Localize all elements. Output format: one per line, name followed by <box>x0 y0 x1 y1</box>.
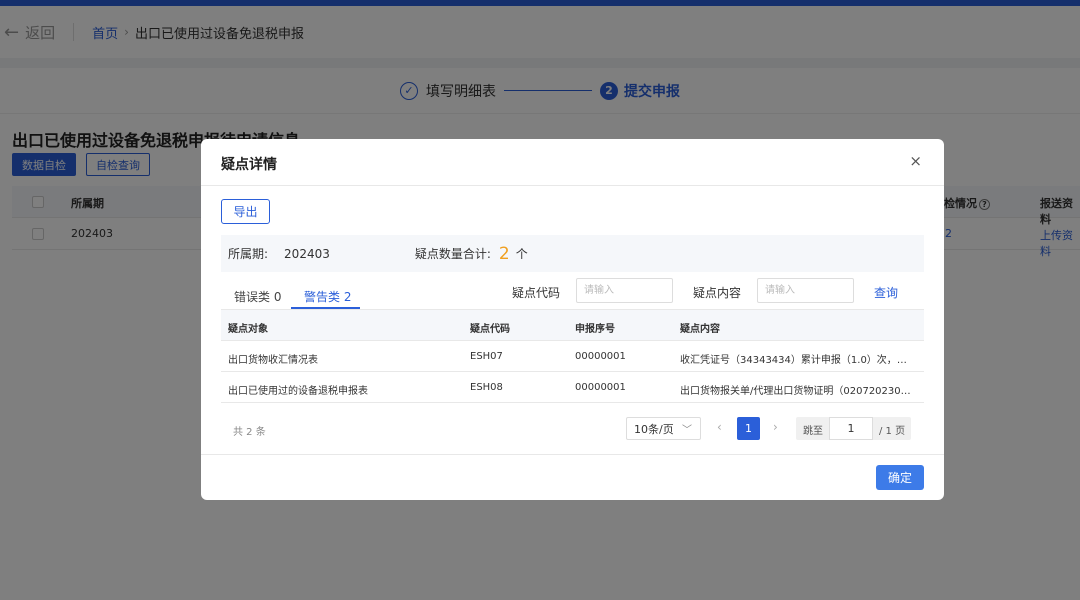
cell-doubt-code: ESH08 <box>470 382 503 393</box>
table-header: 疑点对象 疑点代码 申报序号 疑点内容 <box>221 309 924 341</box>
jump-label: 跳至 <box>803 426 823 437</box>
footer-divider <box>201 454 944 455</box>
chevron-down-icon: ﹀ <box>682 425 692 436</box>
header-doubt-code: 疑点代码 <box>470 324 510 335</box>
page-size-select[interactable]: 10条/页 ﹀ <box>626 417 701 440</box>
tab-warning[interactable]: 警告类 2 <box>304 288 351 305</box>
cell-report-seq: 00000001 <box>575 382 626 393</box>
header-doubt-content: 疑点内容 <box>680 324 720 335</box>
content-filter-input[interactable] <box>757 278 854 303</box>
cell-doubt-code: ESH07 <box>470 351 503 362</box>
doubt-table: 疑点对象 疑点代码 申报序号 疑点内容 出口货物收汇情况表 ESH07 0000… <box>221 309 924 403</box>
doubt-detail-modal: 疑点详情 × 导出 所属期: 202403 疑点数量合计: 2 个 错误类 0 … <box>201 139 944 500</box>
total-pages: / 1 页 <box>879 426 906 437</box>
code-filter-label: 疑点代码 <box>512 286 561 300</box>
page-jumper: 跳至 / 1 页 <box>796 417 911 440</box>
table-row[interactable]: 出口已使用过的设备退税申报表 ESH08 00000001 出口货物报关单/代理… <box>221 372 924 403</box>
export-button[interactable]: 导出 <box>221 199 270 224</box>
cell-doubt-content: 出口货物报关单/代理出口货物证明（020720230000... <box>680 386 916 397</box>
prev-page-icon[interactable]: ‹ <box>717 420 722 434</box>
jump-page-input[interactable] <box>829 417 873 440</box>
cell-doubt-object: 出口已使用过的设备退税申报表 <box>228 386 368 397</box>
modal-header: 疑点详情 × <box>201 139 944 186</box>
page-button-current[interactable]: 1 <box>737 417 760 440</box>
page-size-value: 10条/页 <box>634 422 674 436</box>
modal-title: 疑点详情 <box>221 157 277 173</box>
count-label: 疑点数量合计: <box>414 247 491 261</box>
cell-doubt-object: 出口货物收汇情况表 <box>228 355 318 366</box>
summary-bar: 所属期: 202403 疑点数量合计: 2 个 <box>221 235 924 272</box>
header-doubt-object: 疑点对象 <box>228 324 268 335</box>
period-value: 202403 <box>284 246 330 261</box>
tab-error[interactable]: 错误类 0 <box>234 288 281 305</box>
table-row[interactable]: 出口货物收汇情况表 ESH07 00000001 收汇凭证号（34343434）… <box>221 341 924 372</box>
cell-report-seq: 00000001 <box>575 351 626 362</box>
next-page-icon[interactable]: › <box>773 420 778 434</box>
cell-doubt-content: 收汇凭证号（34343434）累计申报（1.0）次，对应... <box>680 355 916 366</box>
query-button[interactable]: 查询 <box>874 284 898 301</box>
close-icon[interactable]: × <box>909 152 922 170</box>
period-label: 所属期: <box>228 247 269 261</box>
content-filter-label: 疑点内容 <box>693 286 742 300</box>
count-unit: 个 <box>515 247 528 261</box>
count-value: 2 <box>498 243 510 264</box>
code-filter-input[interactable] <box>576 278 673 303</box>
confirm-button[interactable]: 确定 <box>876 465 924 490</box>
total-count: 共 2 条 <box>233 427 266 438</box>
header-report-seq: 申报序号 <box>575 324 615 335</box>
